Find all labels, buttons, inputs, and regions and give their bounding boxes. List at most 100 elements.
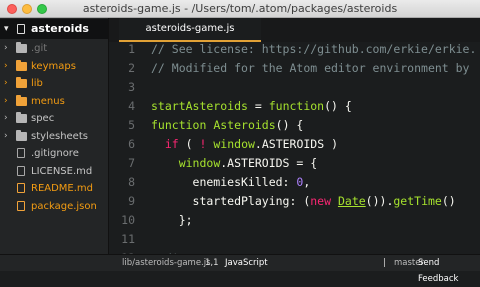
code-token: () { xyxy=(324,99,352,113)
tree-item-label: keymaps xyxy=(31,60,76,72)
code-token: () xyxy=(441,194,456,208)
line-number-gutter: 12345678910111213 xyxy=(109,42,145,254)
code-token: = xyxy=(247,99,269,113)
chevron-right-icon: › xyxy=(4,95,8,106)
code-line[interactable]: function Asteroids() { xyxy=(151,116,303,135)
code-line[interactable]: window.ASTEROIDS = { xyxy=(151,154,317,173)
status-cursor-position[interactable]: 1,1 xyxy=(205,255,219,271)
code-token: enemiesKilled: xyxy=(151,175,297,189)
tree-item-label: LICENSE.md xyxy=(31,165,93,177)
window-title: asteroids-game.js - /Users/tom/.atom/pac… xyxy=(82,2,398,15)
code-token: Asteroids xyxy=(213,118,276,132)
file-icon xyxy=(17,165,25,176)
repo-icon xyxy=(17,24,25,34)
code-line[interactable]: startedPlaying: (new Date()).getTime() xyxy=(151,192,456,211)
code-token: () { xyxy=(275,118,304,132)
tree-root-folder[interactable]: ▾ asteroids xyxy=(0,19,108,39)
file-icon xyxy=(17,200,25,211)
line-number: 4 xyxy=(128,99,135,113)
code-token: ( xyxy=(178,137,200,151)
line-number: 10 xyxy=(121,213,135,227)
tree-item-package-json[interactable]: package.json xyxy=(0,198,108,215)
code-token: function xyxy=(151,118,207,132)
line-number: 2 xyxy=(128,61,135,75)
tree-item-label: README.md xyxy=(31,183,94,194)
code-token: startAsteroids xyxy=(151,99,248,113)
tree-item-label: lib xyxy=(31,78,43,89)
code-token: .ASTEROIDS ) xyxy=(254,137,339,151)
code-token: }; xyxy=(151,213,193,227)
code-token: window xyxy=(213,137,255,151)
tree-item-label: package.json xyxy=(31,200,97,212)
chevron-down-icon: ▾ xyxy=(4,24,9,34)
code-token: // See license: https://github.com/erkie… xyxy=(151,42,477,56)
folder-icon xyxy=(16,59,27,71)
folder-icon xyxy=(16,129,27,141)
tree-item-git[interactable]: › .git xyxy=(0,40,108,57)
tree-item-menus[interactable]: › menus xyxy=(0,93,108,110)
tree-item-label: menus xyxy=(31,95,65,107)
folder-icon xyxy=(16,94,27,106)
code-editor[interactable]: 12345678910111213 // See license: https:… xyxy=(109,42,480,254)
code-token: ()). xyxy=(365,194,394,208)
git-branch-icon xyxy=(384,258,391,267)
tree-view: ▾ asteroids › .git › keymaps › lib › menus › spec… xyxy=(0,18,109,254)
line-number: 9 xyxy=(128,194,135,208)
folder-icon xyxy=(16,112,27,123)
tab-label: asteroids-game.js xyxy=(145,23,235,34)
line-number: 8 xyxy=(128,175,135,189)
tree-item-spec[interactable]: › spec xyxy=(0,110,108,127)
tree-item-label: .gitignore xyxy=(31,148,79,159)
line-number: 6 xyxy=(128,137,135,151)
code-token: if xyxy=(164,137,179,151)
tree-item-license-md[interactable]: LICENSE.md xyxy=(0,163,108,180)
chevron-right-icon: › xyxy=(4,130,8,141)
code-line[interactable]: enemiesKilled: 0, xyxy=(151,173,311,192)
code-token: window xyxy=(178,156,221,170)
folder-icon xyxy=(16,77,27,88)
tree-item-label: spec xyxy=(31,113,55,124)
line-number: 11 xyxy=(121,232,135,246)
line-number: 3 xyxy=(128,80,135,94)
code-token: startedPlaying: ( xyxy=(151,194,311,208)
folder-icon xyxy=(16,42,27,53)
tree-item-lib[interactable]: › lib xyxy=(0,75,108,92)
tree-item-stylesheets[interactable]: › stylesheets xyxy=(0,128,108,145)
tree-root-label: asteroids xyxy=(31,22,89,35)
code-token: .ASTEROIDS = { xyxy=(220,156,318,170)
chevron-right-icon: › xyxy=(4,60,8,71)
chevron-right-icon: › xyxy=(4,78,8,88)
code-token: // Modified for the Atom editor environm… xyxy=(151,61,470,75)
tree-item-label: .git xyxy=(31,43,48,54)
code-token: new xyxy=(310,194,332,208)
code-line[interactable]: if ( ! window.ASTEROIDS ) xyxy=(151,135,338,154)
chevron-right-icon: › xyxy=(4,113,8,123)
tree-item-keymaps[interactable]: › keymaps xyxy=(0,58,108,75)
line-number: 1 xyxy=(128,42,135,56)
tree-item-readme-md[interactable]: README.md xyxy=(0,180,108,197)
code-token: getTime xyxy=(393,194,442,208)
code-line[interactable]: startAsteroids = function() { xyxy=(151,97,352,116)
status-grammar[interactable]: JavaScript xyxy=(225,255,268,271)
code-token: , xyxy=(303,175,311,189)
title-bar: asteroids-game.js - /Users/tom/.atom/pac… xyxy=(0,0,480,18)
tree-item-label: stylesheets xyxy=(31,130,88,142)
code-token: Date xyxy=(337,194,366,208)
line-number: 5 xyxy=(128,118,135,132)
file-icon xyxy=(17,148,25,158)
code-lines[interactable]: // See license: https://github.com/erkie… xyxy=(151,42,480,254)
chevron-right-icon: › xyxy=(4,43,8,53)
code-line[interactable]: }; xyxy=(151,211,193,230)
tab-asteroids-game-js[interactable]: asteroids-game.js xyxy=(119,18,261,42)
send-feedback-link[interactable]: Send Feedback xyxy=(418,255,480,287)
status-file-path[interactable]: lib/asteroids-game.js xyxy=(122,255,211,271)
line-number: 7 xyxy=(128,156,135,170)
code-line[interactable]: // Modified for the Atom editor environm… xyxy=(151,59,470,78)
code-line[interactable]: // See license: https://github.com/erkie… xyxy=(151,42,476,59)
tab-bar: asteroids-game.js xyxy=(109,18,480,43)
file-icon xyxy=(17,183,25,193)
tree-item-gitignore[interactable]: .gitignore xyxy=(0,145,108,162)
